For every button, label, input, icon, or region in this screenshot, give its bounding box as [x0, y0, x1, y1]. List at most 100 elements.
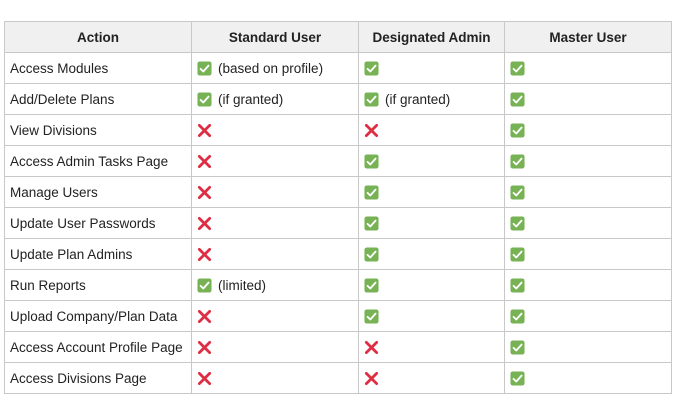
table-row: Manage Users	[4, 176, 672, 208]
table-row: Update User Passwords	[4, 207, 672, 239]
check-mark-button-icon	[364, 215, 379, 231]
check-mark-button-icon	[510, 308, 525, 324]
check-mark-button-icon	[510, 339, 525, 355]
permission-cell-master-user	[504, 238, 672, 270]
check-mark-button-icon	[364, 308, 379, 324]
permission-cell-designated-admin	[358, 238, 505, 270]
check-mark-button-icon	[510, 370, 525, 386]
permission-cell-designated-admin	[358, 145, 505, 177]
action-cell: Upload Company/Plan Data	[4, 300, 192, 332]
action-cell: Manage Users	[4, 176, 192, 208]
cross-mark-icon	[197, 371, 212, 386]
header-standard-user: Standard User	[191, 21, 359, 53]
check-mark-button-icon	[364, 91, 379, 107]
permissions-table: Action Standard User Designated Admin Ma…	[4, 21, 672, 394]
table-header: Action Standard User Designated Admin Ma…	[4, 21, 672, 53]
permission-cell-standard-user	[191, 331, 359, 363]
cross-mark-icon	[197, 154, 212, 169]
permission-cell-designated-admin	[358, 362, 505, 394]
header-row: Action Standard User Designated Admin Ma…	[4, 21, 672, 53]
check-mark-button-icon	[197, 60, 212, 76]
action-cell: Update Plan Admins	[4, 238, 192, 270]
permission-cell-standard-user	[191, 114, 359, 146]
check-mark-button-icon	[510, 277, 525, 293]
permission-cell-designated-admin	[358, 176, 505, 208]
check-mark-button-icon	[510, 91, 525, 107]
cross-mark-icon	[197, 185, 212, 200]
check-mark-button-icon	[364, 153, 379, 169]
permission-cell-master-user	[504, 362, 672, 394]
check-mark-button-icon	[364, 246, 379, 262]
action-cell: Access Account Profile Page	[4, 331, 192, 363]
action-cell: Access Divisions Page	[4, 362, 192, 394]
check-mark-button-icon	[364, 277, 379, 293]
cross-mark-icon	[197, 247, 212, 262]
action-cell: Update User Passwords	[4, 207, 192, 239]
cross-mark-icon	[197, 309, 212, 324]
permission-cell-master-user	[504, 176, 672, 208]
table-row: Upload Company/Plan Data	[4, 300, 672, 332]
permission-cell-master-user	[504, 114, 672, 146]
action-cell: Run Reports	[4, 269, 192, 301]
permission-cell-designated-admin	[358, 52, 505, 84]
cross-mark-icon	[197, 216, 212, 231]
permission-cell-designated-admin	[358, 114, 505, 146]
check-mark-button-icon	[510, 246, 525, 262]
permission-cell-designated-admin	[358, 331, 505, 363]
check-mark-button-icon	[510, 153, 525, 169]
permission-note: (limited)	[218, 277, 267, 293]
cross-mark-icon	[197, 340, 212, 355]
permission-cell-standard-user	[191, 238, 359, 270]
table-row: Update Plan Admins	[4, 238, 672, 270]
check-mark-button-icon	[510, 184, 525, 200]
permission-cell-standard-user	[191, 145, 359, 177]
permission-cell-standard-user	[191, 362, 359, 394]
table-row: Access Admin Tasks Page	[4, 145, 672, 177]
header-master-user: Master User	[504, 21, 672, 53]
table-body: Access Modules (based on profile) Add/Dele…	[4, 52, 672, 394]
check-mark-button-icon	[510, 60, 525, 76]
permission-cell-designated-admin: (if granted)	[358, 83, 505, 115]
cross-mark-icon	[364, 340, 379, 355]
action-cell: Access Admin Tasks Page	[4, 145, 192, 177]
action-cell: Access Modules	[4, 52, 192, 84]
permission-cell-designated-admin	[358, 300, 505, 332]
table-row: Access Account Profile Page	[4, 331, 672, 363]
table-row: Run Reports (limited)	[4, 269, 672, 301]
permission-cell-master-user	[504, 300, 672, 332]
permission-cell-standard-user	[191, 207, 359, 239]
check-mark-button-icon	[197, 91, 212, 107]
check-mark-button-icon	[364, 184, 379, 200]
permission-cell-standard-user	[191, 176, 359, 208]
check-mark-button-icon	[364, 60, 379, 76]
check-mark-button-icon	[510, 122, 525, 138]
permission-cell-master-user	[504, 269, 672, 301]
permission-cell-master-user	[504, 331, 672, 363]
header-designated-admin: Designated Admin	[358, 21, 505, 53]
action-cell: Add/Delete Plans	[4, 83, 192, 115]
permission-note: (based on profile)	[218, 60, 324, 76]
permission-note: (if granted)	[385, 91, 451, 107]
table-row: Access Modules (based on profile)	[4, 52, 672, 84]
permission-cell-master-user	[504, 52, 672, 84]
table-row: Add/Delete Plans (if granted) (if granted)	[4, 83, 672, 115]
action-cell: View Divisions	[4, 114, 192, 146]
permission-cell-master-user	[504, 83, 672, 115]
permission-cell-designated-admin	[358, 207, 505, 239]
check-mark-button-icon	[197, 277, 212, 293]
check-mark-button-icon	[510, 215, 525, 231]
permission-note: (if granted)	[218, 91, 284, 107]
cross-mark-icon	[364, 123, 379, 138]
table-row: Access Divisions Page	[4, 362, 672, 394]
permission-cell-designated-admin	[358, 269, 505, 301]
header-action: Action	[4, 21, 192, 53]
permission-cell-standard-user: (if granted)	[191, 83, 359, 115]
permission-cell-standard-user: (limited)	[191, 269, 359, 301]
permission-cell-master-user	[504, 207, 672, 239]
cross-mark-icon	[197, 123, 212, 138]
cross-mark-icon	[364, 371, 379, 386]
permission-cell-standard-user: (based on profile)	[191, 52, 359, 84]
permission-cell-master-user	[504, 145, 672, 177]
table-row: View Divisions	[4, 114, 672, 146]
permission-cell-standard-user	[191, 300, 359, 332]
